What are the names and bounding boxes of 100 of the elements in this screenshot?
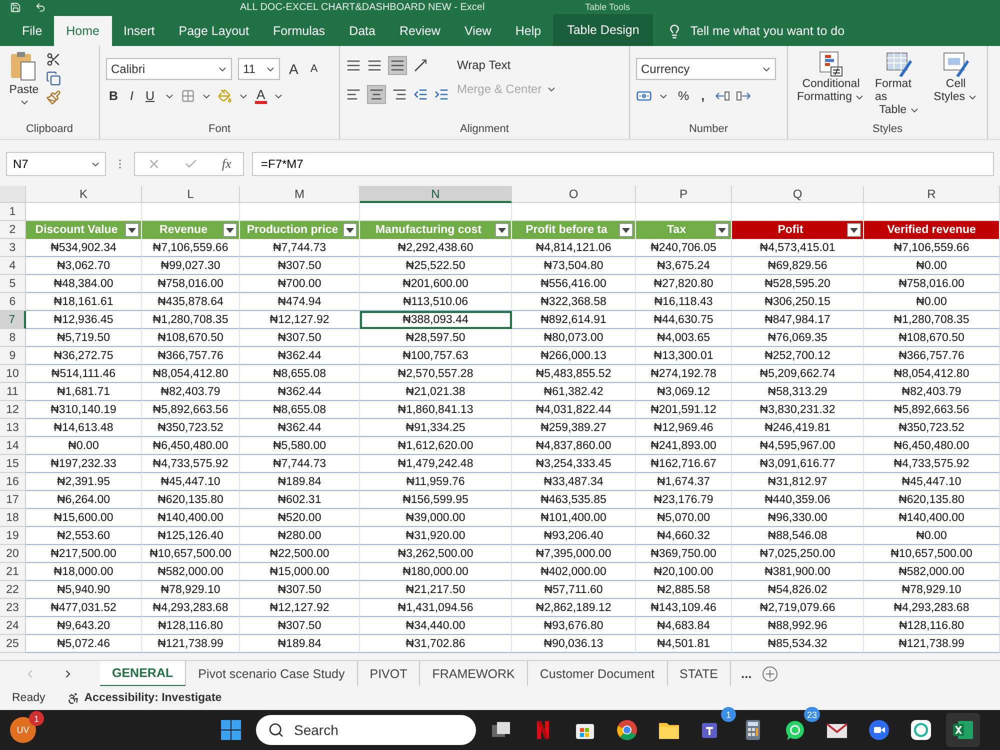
row-number[interactable]: 21	[0, 563, 26, 581]
row-number[interactable]: 24	[0, 617, 26, 635]
tell-me-search[interactable]: Tell me what you want to do	[653, 16, 859, 46]
row-number[interactable]: 6	[0, 293, 26, 311]
row-number[interactable]: 25	[0, 635, 26, 653]
group-label: Font	[207, 122, 232, 137]
row-number[interactable]: 11	[0, 383, 26, 401]
comma-button[interactable]: ,	[698, 89, 708, 103]
italic-button[interactable]: I	[127, 89, 137, 103]
row-number[interactable]: 17	[0, 491, 26, 509]
filter-button[interactable]	[223, 223, 237, 237]
ribbon-tab[interactable]: Home	[54, 16, 112, 46]
row-number[interactable]: 5	[0, 275, 26, 293]
row-number[interactable]: 7	[0, 311, 26, 329]
insert-function-button[interactable]: fx	[222, 156, 232, 172]
font-color-button[interactable]: A	[254, 88, 268, 104]
row-number[interactable]: 1	[0, 203, 26, 221]
style-button[interactable]: Format as Table	[872, 50, 927, 121]
caret-icon	[226, 228, 234, 232]
grow-font-button[interactable]: A	[286, 61, 302, 77]
shrink-font-button[interactable]: A	[307, 63, 321, 75]
style-button[interactable]: Conditional Formatting	[794, 50, 868, 121]
table-cell: ₦21,217.50	[360, 581, 512, 599]
accessibility-status[interactable]: Accessibility: Investigate	[67, 692, 222, 704]
ribbon-tab[interactable]: Review	[387, 16, 452, 46]
table-cell: ₦4,733,575.92	[142, 455, 240, 473]
row-number[interactable]: 15	[0, 455, 26, 473]
wrap-text-button[interactable]: Wrap Text	[457, 58, 557, 72]
row-number[interactable]: 19	[0, 527, 26, 545]
search-input[interactable]: Search	[292, 721, 442, 739]
search-bar[interactable]: Search	[256, 715, 476, 745]
table-cell: ₦80,073.00	[512, 329, 636, 347]
column-heading[interactable]: Q	[732, 186, 864, 203]
ribbon-tab[interactable]: Data	[337, 16, 388, 46]
table-cell: ₦477,031.52	[26, 599, 142, 617]
font-size-field[interactable]: 11	[238, 58, 280, 80]
filter-button[interactable]	[495, 223, 509, 237]
column-heading[interactable]: M	[240, 186, 360, 203]
taskbar-app[interactable]	[946, 713, 980, 747]
bold-button[interactable]: B	[106, 89, 122, 103]
column-heading[interactable]: N	[360, 186, 512, 203]
row-number[interactable]: 20	[0, 545, 26, 563]
align-top-icon	[346, 58, 361, 73]
paste-button[interactable]: Paste	[6, 50, 42, 121]
column-heading[interactable]: P	[636, 186, 732, 203]
ribbon-tab[interactable]: View	[452, 16, 504, 46]
row-number[interactable]: 3	[0, 239, 26, 257]
row-number[interactable]: 10	[0, 365, 26, 383]
row-number[interactable]: 4	[0, 257, 26, 275]
row-number[interactable]: 8	[0, 329, 26, 347]
table-cell: ₦143,109.46	[636, 599, 732, 617]
name-box[interactable]: N7	[6, 152, 106, 176]
orientation-icon	[413, 58, 428, 73]
percent-button[interactable]: %	[675, 89, 692, 103]
table-cell: ₦128,116.80	[142, 617, 240, 635]
filter-button[interactable]	[343, 223, 357, 237]
ribbon-tab[interactable]: Page Layout	[166, 16, 261, 46]
row-number[interactable]: 14	[0, 437, 26, 455]
column-heading[interactable]: K	[26, 186, 142, 203]
column-heading[interactable]: L	[142, 186, 240, 203]
column-heading[interactable]: O	[512, 186, 636, 203]
table-cell: ₦4,683.84	[636, 617, 732, 635]
table-cell: ₦99,027.30	[142, 257, 240, 275]
table-cell: ₦201,591.12	[636, 401, 732, 419]
formula-field[interactable]: =F7*M7	[252, 152, 994, 176]
ribbon-tab[interactable]: Table Design	[553, 14, 654, 46]
style-button[interactable]: Cell Styles	[930, 50, 981, 121]
row-number[interactable]: 9	[0, 347, 26, 365]
font-name-field[interactable]: Calibri	[106, 58, 232, 80]
number-format-field[interactable]: Currency	[636, 58, 776, 80]
row-number[interactable]: 13	[0, 419, 26, 437]
row-number[interactable]: 12	[0, 401, 26, 419]
row-number[interactable]: 18	[0, 509, 26, 527]
table-cell: ₦252,700.12	[732, 347, 864, 365]
sheet-tab[interactable]: GENERAL	[100, 660, 186, 686]
filter-button[interactable]	[619, 223, 633, 237]
table-cell: ₦48,384.00	[26, 275, 142, 293]
fill-color-icon	[218, 89, 232, 103]
underline-button[interactable]: U	[142, 89, 158, 103]
more-sheets-button[interactable]: ...	[730, 666, 762, 681]
table-cell: ₦5,483,855.52	[512, 365, 636, 383]
table-cell: ₦350,723.52	[142, 419, 240, 437]
video-app-icon	[868, 719, 890, 741]
ribbon-tab[interactable]: File	[10, 16, 54, 46]
ribbon-tab[interactable]: Help	[503, 16, 554, 46]
filter-button[interactable]	[847, 223, 861, 237]
indent-increase-icon	[434, 87, 449, 102]
column-header: Manufacturing cost	[360, 221, 512, 239]
row-number[interactable]: 16	[0, 473, 26, 491]
row-number[interactable]: 23	[0, 599, 26, 617]
filter-button[interactable]	[715, 223, 729, 237]
add-sheet-icon	[762, 666, 778, 682]
ribbon-tab[interactable]: Formulas	[260, 16, 338, 46]
filter-button[interactable]	[125, 223, 139, 237]
column-heading[interactable]: R	[864, 186, 1000, 203]
table-cell: ₦435,878.64	[142, 293, 240, 311]
row-number[interactable]: 2	[0, 221, 26, 239]
table-cell: ₦140,400.00	[864, 509, 1000, 527]
row-number[interactable]: 22	[0, 581, 26, 599]
ribbon-tab[interactable]: Insert	[112, 16, 167, 46]
